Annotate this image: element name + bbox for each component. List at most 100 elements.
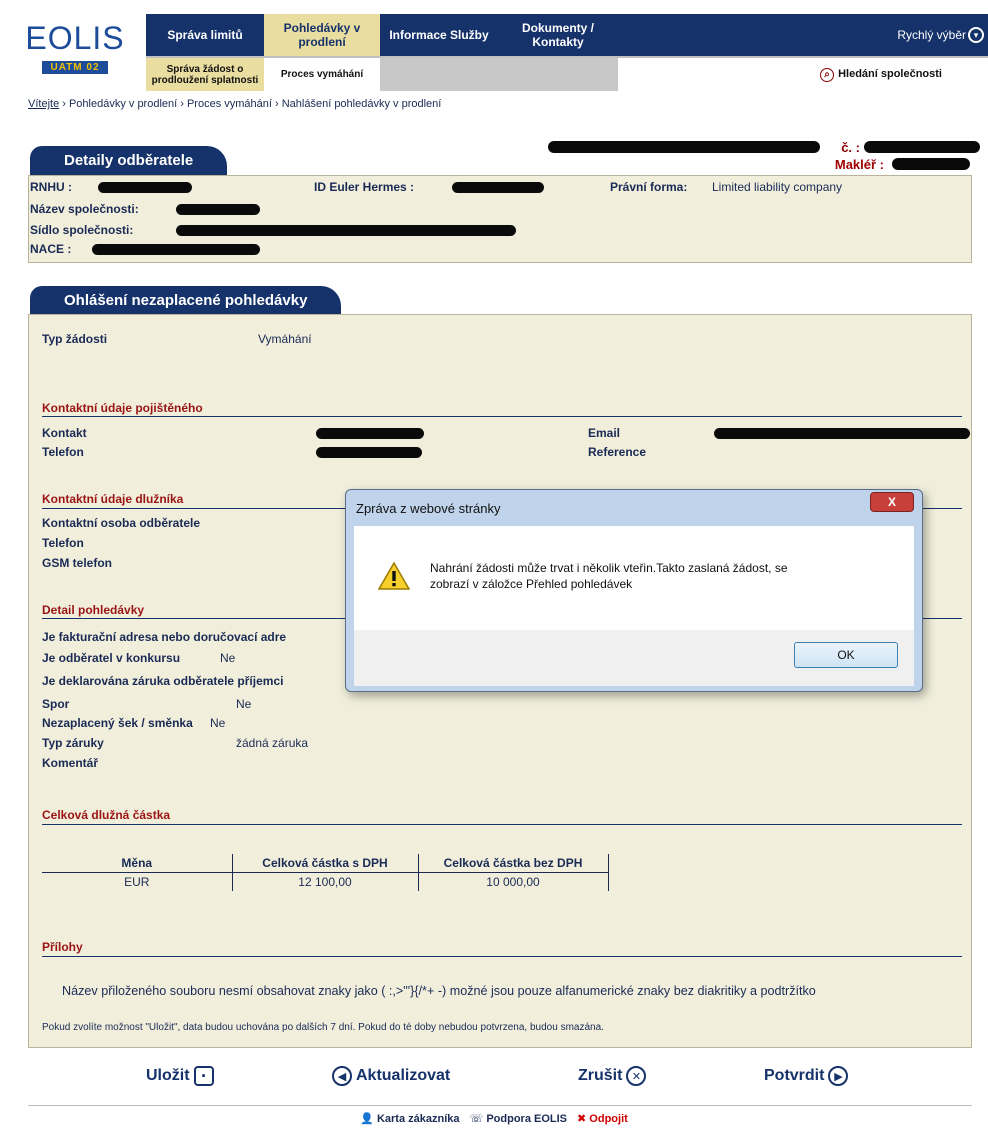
amount-without-vat-cell: 10 000,00 (418, 872, 609, 891)
guarantee-question-label: Je deklarována záruka odběratele příjemc… (42, 674, 284, 688)
breadcrumb-path: › Pohledávky v prodlení › Proces vymáhán… (59, 98, 442, 110)
company-search-label: Hledání společnosti (838, 68, 942, 80)
customer-card-link[interactable]: 👤 Karta zákazníka (360, 1112, 459, 1125)
support-link[interactable]: ☏ Podpora EOLIS (470, 1112, 568, 1125)
main-navigation: Správa limitů Pohledávky v prodlení Info… (146, 14, 988, 56)
logout-icon: ✖ (577, 1113, 587, 1125)
person-icon: 👤 (360, 1113, 374, 1125)
cancel-button-label: Zrušit (578, 1067, 623, 1084)
claim-detail-section-title: Detail pohledávky (42, 603, 145, 617)
update-button[interactable]: ◀ Aktualizovat (332, 1066, 450, 1086)
total-amount-section-title: Celková dlužná částka (42, 808, 171, 822)
nace-label: NACE : (30, 242, 72, 256)
section-divider (42, 416, 962, 417)
support-label: Podpora EOLIS (486, 1113, 568, 1125)
breadcrumb-home-link[interactable]: Vítejte (28, 98, 59, 110)
redacted-rnhu (98, 182, 192, 193)
dialog-close-button[interactable]: X (870, 492, 914, 512)
debtor-phone-label: Telefon (42, 536, 84, 550)
legal-form-label: Právní forma: (610, 180, 688, 194)
redacted-nace (92, 244, 260, 255)
logout-link[interactable]: ✖ Odpojit (577, 1112, 628, 1125)
nav-limit-management[interactable]: Správa limitů (146, 14, 264, 56)
bankruptcy-question-label: Je odběratel v konkursu (42, 651, 181, 665)
nav-information-services[interactable]: Informace Služby (380, 14, 498, 56)
nav-documents-contacts[interactable]: Dokumenty / Kontakty (498, 14, 618, 56)
column-header-amount-without-vat: Celková částka bez DPH (418, 854, 609, 873)
dialog-title: Zpráva z webové stránky (356, 501, 501, 516)
company-search-link[interactable]: ⌕ Hledání společnosti (820, 58, 988, 91)
column-header-currency: Měna (42, 854, 233, 873)
broker-label: Makléř : (834, 157, 884, 172)
breadcrumb: Vítejte › Pohledávky v prodlení › Proces… (28, 98, 441, 110)
floppy-disk-icon: ▪ (193, 1066, 214, 1086)
section-divider (42, 824, 962, 825)
dialog-body: Nahrání žádosti může trvat i několik vte… (354, 526, 914, 630)
redacted-email (714, 428, 970, 439)
warning-icon (378, 562, 410, 590)
guarantee-type-label: Typ záruky (42, 736, 104, 750)
debtor-gsm-label: GSM telefon (42, 556, 113, 570)
customer-card-label: Karta zákazníka (376, 1113, 460, 1125)
redacted-company-name (176, 204, 260, 215)
section-divider (42, 956, 962, 957)
cancel-button[interactable]: Zrušit ✕ (578, 1066, 647, 1086)
search-icon: ⌕ (820, 67, 835, 82)
subnav-filler (380, 58, 618, 91)
tab-unpaid-claim-report[interactable]: Ohlášení nezaplacené pohledávky (30, 286, 342, 316)
eolis-logo[interactable]: EOLIS UATM 02 (14, 18, 136, 90)
dispute-value: Ne (236, 697, 252, 711)
chevron-left-icon: ◀ (332, 1066, 352, 1086)
logo-brand: EOLIS (25, 20, 125, 56)
confirm-button[interactable]: Potvrdit ▶ (764, 1066, 849, 1086)
confirm-button-label: Potvrdit (764, 1067, 825, 1084)
action-bar: Uložit ▪ ◀ Aktualizovat Zrušit ✕ Potvrdi… (28, 1054, 972, 1106)
dialog-message: Nahrání žádosti může trvat i několik vte… (430, 560, 890, 592)
ok-button[interactable]: OK (794, 642, 898, 668)
debtor-contact-section-title: Kontaktní údaje dlužníka (42, 492, 184, 506)
column-header-amount-with-vat: Celková částka s DPH (232, 854, 419, 873)
table-row: EUR 12 100,00 10 000,00 (42, 872, 609, 891)
debtor-contact-person-label: Kontaktní osoba odběratele (42, 516, 201, 530)
address-question-label: Je fakturační adresa nebo doručovací adr… (42, 630, 287, 644)
phone-icon: ☏ (469, 1113, 484, 1125)
redacted-phone (316, 447, 422, 458)
update-button-label: Aktualizovat (356, 1067, 451, 1084)
close-icon: ✕ (626, 1066, 647, 1086)
bankruptcy-value: Ne (220, 651, 236, 665)
quick-select-menu[interactable]: Rychlý výběr ▾ (897, 14, 988, 56)
amount-with-vat-cell: 12 100,00 (232, 872, 419, 891)
table-header-row: Měna Celková částka s DPH Celková částka… (42, 854, 609, 873)
email-label: Email (588, 426, 621, 440)
nav-overdue-receivables[interactable]: Pohledávky v prodlení (264, 14, 380, 56)
logo-environment: UATM 02 (42, 61, 108, 74)
contact-label: Kontakt (42, 426, 87, 440)
currency-cell: EUR (42, 872, 233, 891)
dispute-label: Spor (42, 697, 70, 711)
chevron-right-icon: ▶ (828, 1066, 849, 1086)
comment-label: Komentář (42, 756, 99, 770)
logout-label: Odpojit (589, 1113, 628, 1125)
dialog-footer: OK (354, 630, 914, 686)
redacted-contract-number (864, 141, 980, 153)
unpaid-cheque-value: Ne (210, 716, 226, 730)
sub-navigation: Správa žádost o prodloužení splatnosti P… (146, 56, 988, 91)
footer-links: 👤 Karta zákazníka ☏ Podpora EOLIS ✖ Odpo… (0, 1112, 988, 1125)
subnav-collection-process[interactable]: Proces vymáhání (264, 58, 380, 91)
unpaid-cheque-label: Nezaplacený šek / směnka (42, 716, 193, 730)
dialog-message-line-2: zobrazí v záložce Přehled pohledávek (430, 577, 633, 591)
phone-label: Telefon (42, 445, 84, 459)
guarantee-type-value: žádná záruka (236, 736, 309, 750)
redacted-broker (892, 158, 970, 170)
contract-number-label: č. : (841, 140, 860, 155)
company-seat-label: Sídlo společnosti: (30, 223, 134, 237)
company-name-label: Název společnosti: (30, 202, 139, 216)
message-dialog: Zpráva z webové stránky X Nahrání žádost… (345, 489, 923, 692)
redacted-company-seat (176, 225, 516, 236)
tab-customer-details[interactable]: Detaily odběratele (30, 146, 228, 176)
save-button[interactable]: Uložit ▪ (146, 1066, 214, 1086)
rnhu-label: RNHU : (30, 180, 72, 194)
request-type-value: Vymáhání (258, 332, 312, 346)
reference-label: Reference (588, 445, 647, 459)
subnav-extension-request[interactable]: Správa žádost o prodloužení splatnosti (146, 58, 264, 91)
